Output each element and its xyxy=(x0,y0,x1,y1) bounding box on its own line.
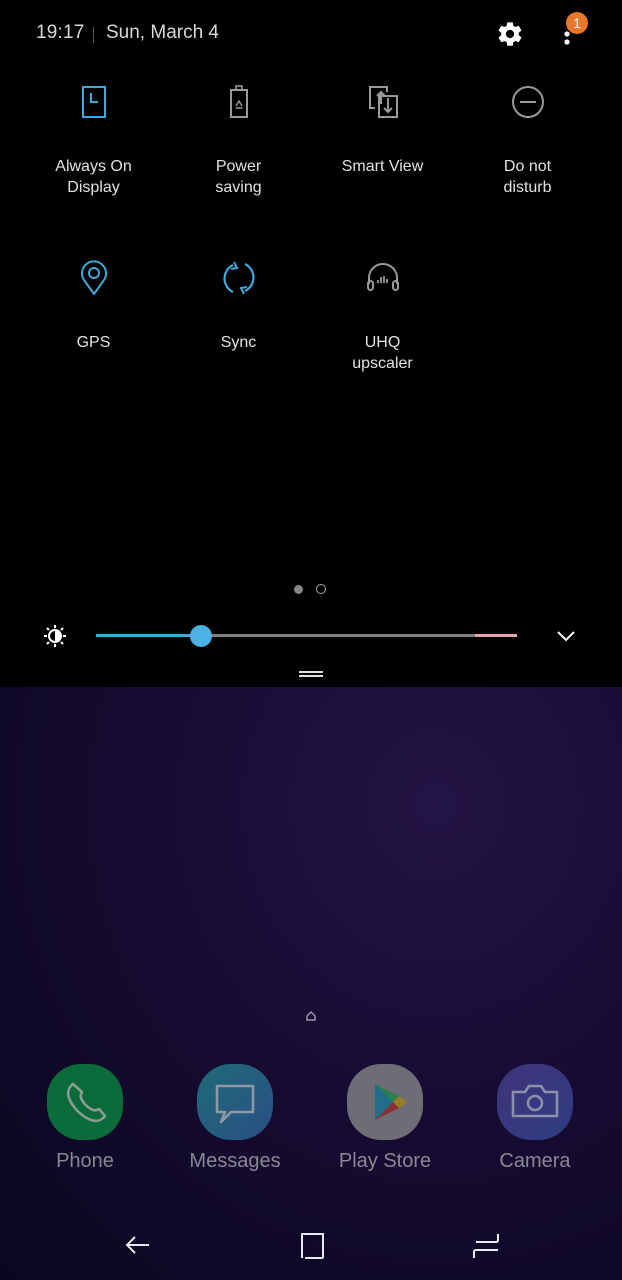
dock-app-camera[interactable]: Camera xyxy=(475,1064,595,1173)
page-dot-active[interactable] xyxy=(294,585,303,594)
do-not-disturb-icon xyxy=(511,86,544,118)
app-label: Messages xyxy=(189,1150,281,1172)
tile-label: Sync xyxy=(220,334,257,351)
tile-label-line2: disturb xyxy=(503,179,552,196)
tile-uhq-upscaler[interactable]: UHQ upscaler xyxy=(310,246,455,374)
tile-label: Always On xyxy=(55,158,132,175)
app-label: Play Store xyxy=(338,1150,432,1172)
tile-always-on-display[interactable]: Always On Display xyxy=(21,70,166,198)
brightness-slider[interactable] xyxy=(96,625,517,647)
home-screen xyxy=(0,687,622,1280)
page-indicator xyxy=(294,584,334,596)
clock: 19:17 xyxy=(36,22,85,43)
brightness-icon[interactable] xyxy=(42,623,68,649)
headphones-icon xyxy=(366,263,399,291)
back-arrow-icon xyxy=(125,1236,149,1254)
dock-app-play-store[interactable]: Play Store xyxy=(325,1064,445,1173)
tile-do-not-disturb[interactable]: Do not disturb xyxy=(455,70,600,198)
tile-label: UHQ xyxy=(364,334,401,351)
home-button[interactable] xyxy=(289,1228,333,1262)
chevron-down-icon[interactable] xyxy=(554,626,578,646)
recents-button[interactable] xyxy=(464,1228,508,1262)
app-label: Phone xyxy=(56,1150,114,1172)
sync-icon xyxy=(223,261,254,295)
settings-button[interactable] xyxy=(496,20,524,48)
panel-header: 19:17 Sun, March 4 1 xyxy=(0,0,622,68)
phone-icon xyxy=(66,1082,107,1123)
tile-label-line2: upscaler xyxy=(352,355,413,372)
back-button[interactable] xyxy=(116,1228,160,1262)
battery-recycle-icon xyxy=(229,85,248,118)
date: Sun, March 4 xyxy=(106,22,219,43)
tile-label: Do not xyxy=(503,158,552,175)
tile-label: GPS xyxy=(76,334,111,351)
tile-gps[interactable]: GPS xyxy=(21,246,166,353)
always-on-display-icon xyxy=(81,86,106,118)
location-pin-icon xyxy=(80,260,107,295)
tile-label-line2: saving xyxy=(215,179,262,196)
brightness-high-zone xyxy=(475,634,517,637)
home-page-indicator-icon xyxy=(306,1010,316,1021)
messages-icon xyxy=(215,1084,255,1124)
gear-icon xyxy=(498,22,522,46)
page-dot-inactive[interactable] xyxy=(316,584,326,594)
brightness-control xyxy=(0,612,622,658)
header-divider xyxy=(93,27,94,43)
brightness-fill xyxy=(96,634,202,637)
navigation-bar xyxy=(0,1218,622,1280)
dock-app-messages[interactable]: Messages xyxy=(175,1064,295,1173)
tile-smart-view[interactable]: Smart View xyxy=(310,70,455,177)
app-label: Camera xyxy=(499,1150,571,1172)
notification-panel: 19:17 Sun, March 4 1 Always On Display P… xyxy=(0,0,622,687)
tile-label: Smart View xyxy=(341,158,424,175)
play-store-icon xyxy=(375,1084,407,1120)
recents-icon xyxy=(473,1234,499,1258)
home-button-icon xyxy=(301,1233,324,1259)
tile-power-saving[interactable]: Power saving xyxy=(166,70,311,198)
notification-badge: 1 xyxy=(566,12,588,34)
tile-label: Power xyxy=(215,158,262,175)
camera-icon xyxy=(511,1084,559,1118)
brightness-thumb[interactable] xyxy=(190,625,213,647)
tile-label-line2: Display xyxy=(67,179,120,196)
panel-drag-handle[interactable] xyxy=(299,671,323,679)
tile-sync[interactable]: Sync xyxy=(166,246,311,353)
dock-app-phone[interactable]: Phone xyxy=(25,1064,145,1173)
smart-view-icon xyxy=(368,86,398,118)
